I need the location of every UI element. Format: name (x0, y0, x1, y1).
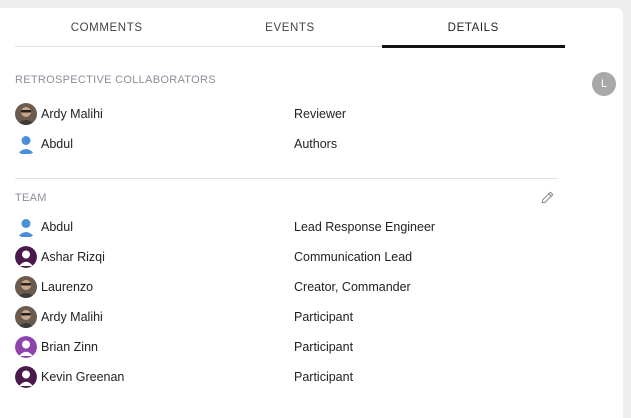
member-role: Creator, Commander (294, 280, 411, 294)
member-role: Communication Lead (294, 250, 413, 264)
team-heading: TEAM (15, 192, 47, 204)
photo-avatar-icon (15, 103, 37, 125)
avatar (15, 133, 37, 155)
avatar (15, 306, 37, 328)
avatar (15, 103, 37, 125)
list-item: Abdul Authors (15, 132, 555, 156)
details-panel: COMMENTS EVENTS DETAILS RETROSPECTIVE CO… (0, 8, 623, 418)
edit-team-button[interactable] (539, 189, 555, 205)
member-name: Ardy Malihi (41, 107, 103, 121)
section-divider (15, 178, 558, 179)
list-item: Ardy Malihi Participant (15, 305, 555, 329)
avatar (15, 276, 37, 298)
list-item: Abdul Lead Response Engineer (15, 215, 555, 239)
tab-events[interactable]: EVENTS (198, 8, 381, 46)
tab-bar: COMMENTS EVENTS DETAILS (15, 8, 566, 48)
collaborators-heading: RETROSPECTIVE COLLABORATORS (15, 74, 216, 86)
avatar (15, 216, 37, 238)
list-item: Ashar Rizqi Communication Lead (15, 245, 555, 269)
member-role: Reviewer (294, 107, 347, 121)
avatar (15, 246, 37, 268)
default-avatar-blue-icon (17, 219, 35, 237)
member-name: Ashar Rizqi (41, 250, 105, 264)
member-role: Participant (294, 310, 354, 324)
default-avatar-dark-purple-icon (15, 366, 37, 388)
default-avatar-dark-purple-icon (15, 246, 37, 268)
member-name: Ardy Malihi (41, 310, 103, 324)
member-role: Authors (294, 137, 338, 151)
default-avatar-blue-icon (17, 136, 35, 154)
default-avatar-purple-icon (15, 336, 37, 358)
member-name: Brian Zinn (41, 340, 98, 354)
member-role: Participant (294, 370, 354, 384)
avatar (15, 366, 37, 388)
tab-comments[interactable]: COMMENTS (15, 8, 198, 46)
member-name: Abdul (41, 220, 73, 234)
member-name: Abdul (41, 137, 73, 151)
list-item: Kevin Greenan Participant (15, 365, 555, 389)
user-avatar[interactable]: L (592, 72, 616, 96)
member-name: Laurenzo (41, 280, 94, 294)
avatar (15, 336, 37, 358)
photo-avatar-icon (15, 306, 37, 328)
member-role: Participant (294, 340, 354, 354)
list-item: Brian Zinn Participant (15, 335, 555, 359)
pencil-icon (541, 191, 553, 203)
member-name: Kevin Greenan (41, 370, 125, 384)
tab-details[interactable]: DETAILS (381, 8, 566, 48)
member-role: Lead Response Engineer (294, 220, 436, 234)
photo-avatar-icon (15, 276, 37, 298)
list-item: Laurenzo Creator, Commander (15, 275, 555, 299)
list-item: Ardy Malihi Reviewer (15, 102, 555, 126)
